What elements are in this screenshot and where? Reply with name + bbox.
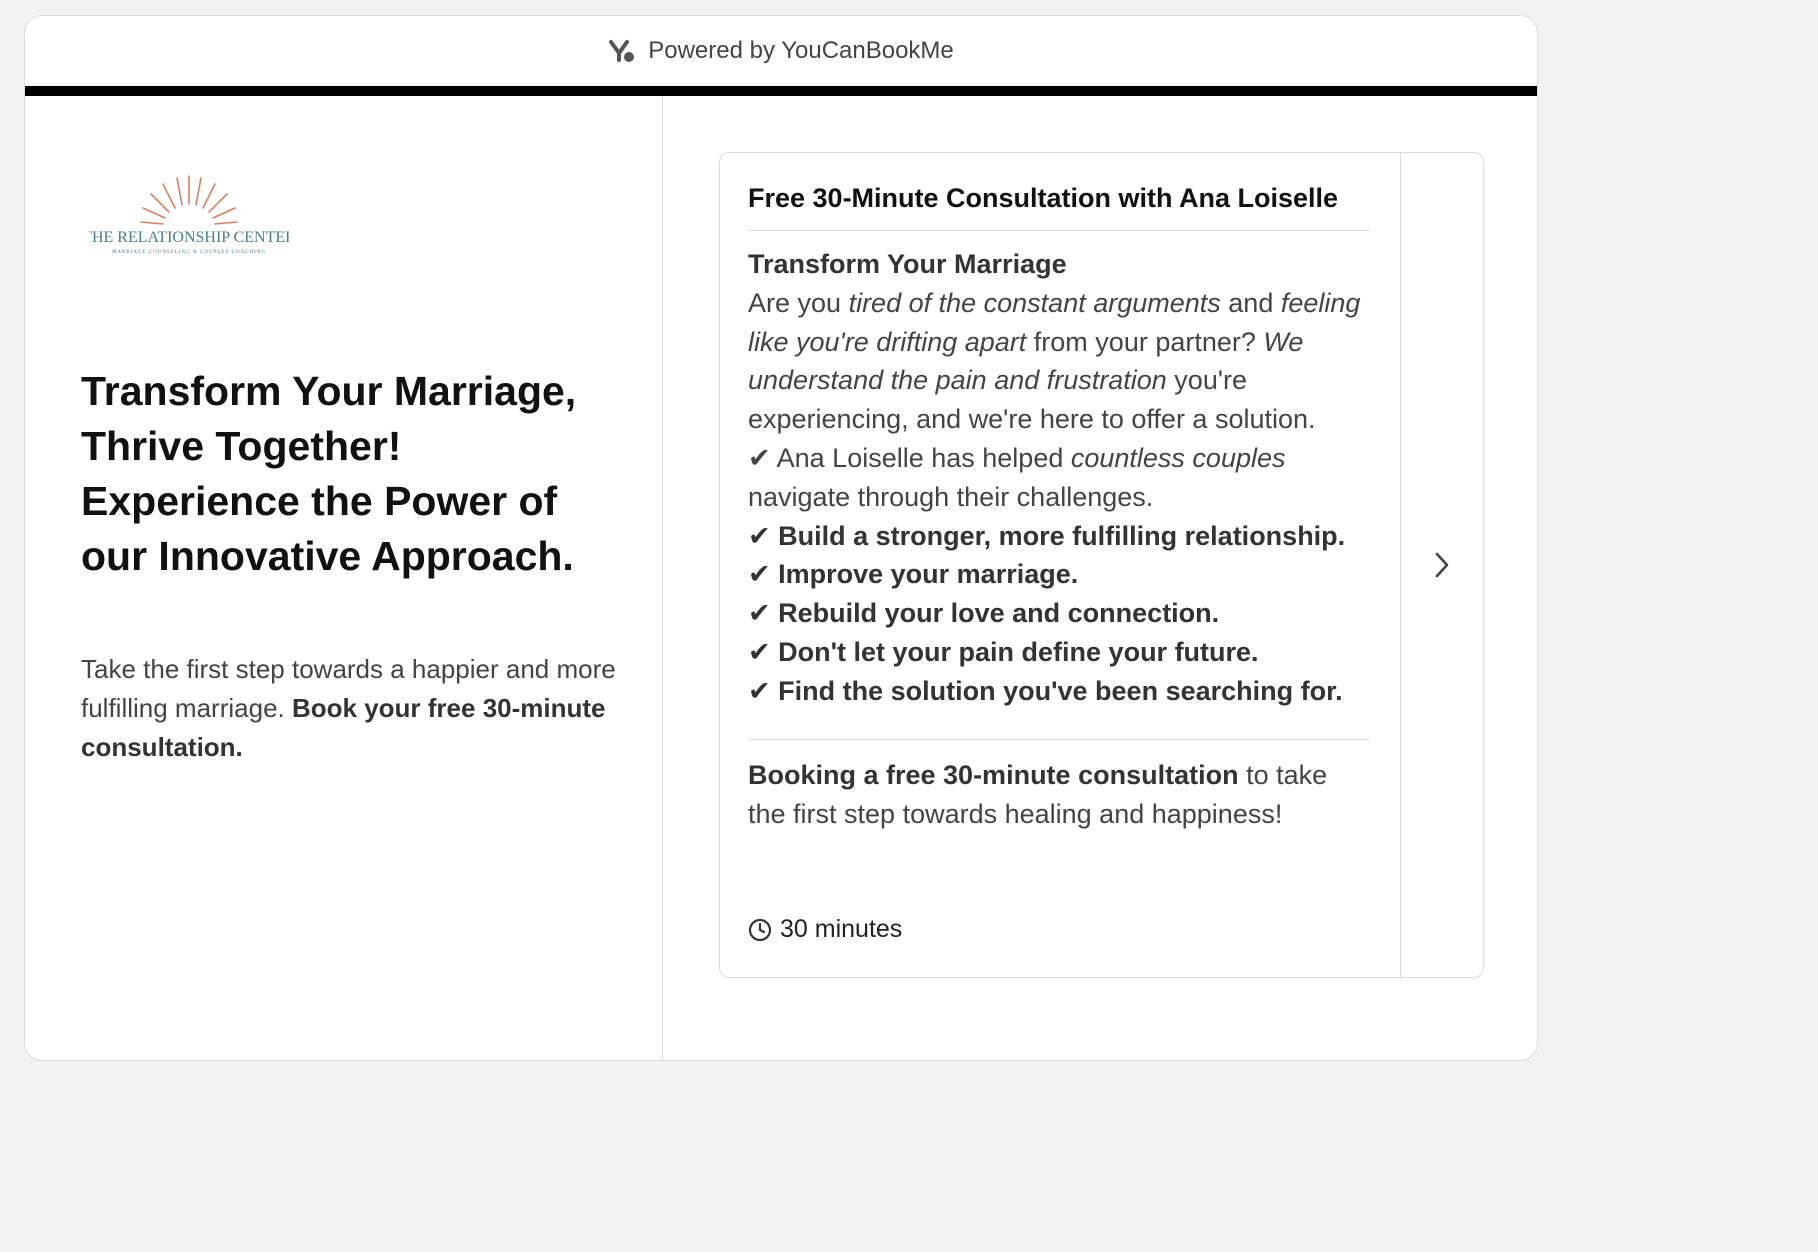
check-text: ✔ Ana Loiselle has helped bbox=[748, 442, 1071, 473]
para-text: from your partner? bbox=[1026, 326, 1264, 357]
page-headline: Transform Your Marriage, Thrive Together… bbox=[81, 364, 621, 584]
bold-checkmark-item: ✔ Improve your marriage. bbox=[748, 559, 1079, 590]
booking-bold: Booking a free 30-minute consultation bbox=[748, 759, 1239, 790]
powered-by-text: Powered by YouCanBookMe bbox=[648, 37, 954, 64]
check-italic: countless couples bbox=[1070, 442, 1286, 473]
clock-icon bbox=[748, 918, 772, 941]
para-text: and bbox=[1220, 287, 1281, 318]
check-text: navigate through their challenges. bbox=[748, 481, 1154, 512]
card-next-button[interactable] bbox=[1400, 153, 1483, 977]
duration-info: 30 minutes bbox=[748, 915, 902, 944]
intro-text: Take the first step towards a happier an… bbox=[81, 650, 621, 767]
section-heading: Transform Your Marriage bbox=[748, 249, 1067, 279]
para-italic: tired of the constant arguments bbox=[848, 287, 1221, 318]
headline-line: Thrive Together! bbox=[81, 423, 402, 469]
youcanbookme-logo-icon bbox=[609, 40, 635, 62]
checkmark-item: ✔ Ana Loiselle has helped countless coup… bbox=[748, 439, 1370, 517]
powered-by-link[interactable]: Powered by YouCanBookMe bbox=[608, 37, 954, 65]
chevron-right-icon bbox=[1435, 552, 1449, 578]
logo-tagline: MARRIAGE COUNSELING & COUPLES COACHING bbox=[112, 250, 266, 255]
headline-line: our Innovative Approach. bbox=[81, 533, 574, 579]
bold-checkmark-item: ✔ Don't let your pain define your future… bbox=[748, 636, 1259, 667]
headline-line: Experience the Power of bbox=[81, 478, 558, 524]
card-description: Transform Your Marriage Are you tired of… bbox=[748, 245, 1370, 711]
divider bbox=[748, 738, 1370, 740]
booking-page-frame: Powered by YouCanBookMe THE RELATIONSHIP… bbox=[24, 15, 1538, 1061]
logo-name: THE RELATIONSHIP CENTER bbox=[89, 229, 289, 246]
card-content: Free 30-Minute Consultation with Ana Loi… bbox=[720, 153, 1400, 977]
bold-checkmark-item: ✔ Find the solution you've been searchin… bbox=[748, 675, 1343, 706]
booking-type-card[interactable]: Free 30-Minute Consultation with Ana Loi… bbox=[719, 152, 1484, 978]
bold-checkmark-item: ✔ Build a stronger, more fulfilling rela… bbox=[748, 520, 1346, 551]
bold-checkmark-item: ✔ Rebuild your love and connection. bbox=[748, 598, 1220, 629]
left-panel: THE RELATIONSHIP CENTER MARRIAGE COUNSEL… bbox=[25, 96, 663, 1060]
headline-line: Transform Your Marriage, bbox=[81, 368, 577, 414]
booking-cta-text: Booking a free 30-minute consultation to… bbox=[748, 756, 1370, 834]
card-title: Free 30-Minute Consultation with Ana Loi… bbox=[748, 153, 1370, 231]
para-text: Are you bbox=[748, 287, 849, 318]
relationship-center-logo: THE RELATIONSHIP CENTER MARRIAGE COUNSEL… bbox=[89, 175, 289, 255]
powered-by-bar: Powered by YouCanBookMe bbox=[25, 16, 1537, 96]
description-paragraph: Are you tired of the constant arguments … bbox=[748, 284, 1370, 439]
duration-text: 30 minutes bbox=[780, 915, 903, 943]
